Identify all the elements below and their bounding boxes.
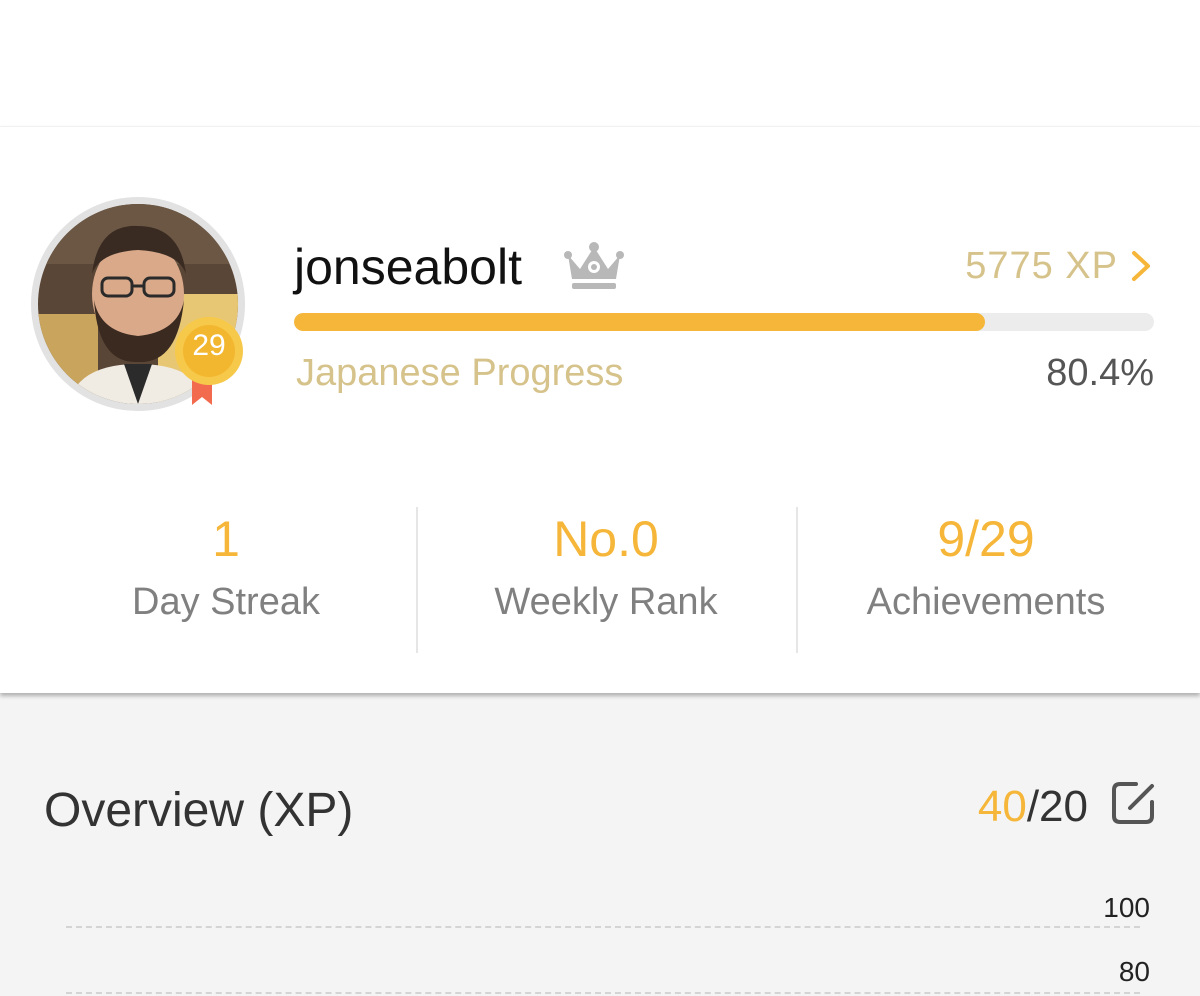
progress-bar — [294, 313, 1154, 331]
xp-total-link[interactable]: 5775 XP — [965, 241, 1154, 291]
stat-label: Achievements — [866, 581, 1106, 623]
stat-value: 1 — [212, 511, 240, 567]
xp-total: 5775 XP — [965, 244, 1118, 287]
goal-target: 20 — [1039, 782, 1088, 831]
stat-label: Day Streak — [132, 581, 320, 623]
username: jonseabolt — [294, 239, 522, 295]
stats-row: 1 Day Streak No.0 Weekly Rank 9/29 Achie… — [36, 507, 1176, 653]
chevron-right-icon — [1132, 251, 1150, 281]
progress-percent: 80.4% — [1046, 352, 1154, 394]
stat-day-streak[interactable]: 1 Day Streak — [36, 507, 416, 653]
grid-line — [66, 992, 1140, 994]
level-number: 29 — [192, 329, 226, 362]
y-tick-label: 100 — [1103, 892, 1150, 923]
stat-value: 9/29 — [937, 511, 1035, 567]
overview-title: Overview (XP) — [44, 784, 354, 837]
y-tick-label: 80 — [1118, 956, 1150, 987]
profile-card: 29 jonseabolt 5775 XP Japanese Progress … — [0, 126, 1200, 693]
crown-icon — [562, 239, 626, 291]
stat-value: No.0 — [553, 511, 659, 567]
daily-goal: 40/20 — [978, 780, 1088, 834]
stat-weekly-rank[interactable]: No.0 Weekly Rank — [416, 507, 796, 653]
goal-separator: / — [1026, 782, 1040, 831]
edit-goal-icon[interactable] — [1110, 780, 1158, 826]
stat-achievements[interactable]: 9/29 Achievements — [796, 507, 1176, 653]
xp-chart: 100 80 — [0, 880, 1200, 996]
progress-label: Japanese Progress — [296, 352, 624, 394]
level-badge: 29 — [172, 317, 252, 407]
stat-label: Weekly Rank — [494, 581, 718, 623]
top-bar — [0, 0, 1200, 126]
progress-bar-fill — [294, 313, 986, 331]
goal-current: 40 — [977, 782, 1027, 831]
grid-line — [66, 926, 1140, 928]
